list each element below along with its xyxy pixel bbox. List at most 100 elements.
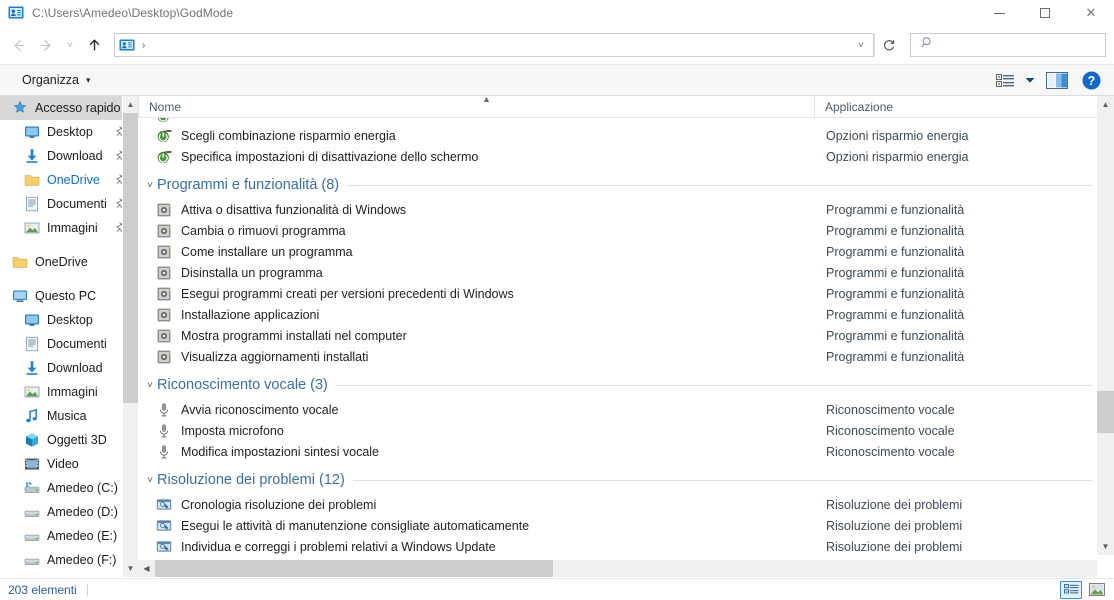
cell-application: Programmi e funzionalità	[826, 328, 965, 343]
sidebar-item-amedeo-c[interactable]: Amedeo (C:)	[0, 476, 138, 500]
list-horizontal-scrollbar[interactable]: ◀	[138, 560, 1097, 577]
list-scroll-down-arrow[interactable]: ▼	[1097, 538, 1114, 555]
list-scroll-up-arrow[interactable]: ▲	[1097, 96, 1114, 113]
back-button[interactable]	[4, 31, 32, 59]
address-dropdown-button[interactable]: ˅	[849, 34, 873, 56]
help-icon[interactable]: ?	[1076, 67, 1106, 93]
sidebar-item-desktop[interactable]: Desktop	[0, 120, 138, 144]
cell-name: Cambia o rimuovi programma	[138, 223, 814, 239]
list-vertical-scroll-thumb[interactable]	[1097, 391, 1114, 433]
table-row[interactable]: Modifica impostazioni sintesi vocale Rico…	[138, 441, 1114, 462]
column-header-name[interactable]: Nome ▲	[138, 96, 814, 118]
sidebar-item-desktop[interactable]: Desktop	[0, 308, 138, 332]
sidebar-item-onedrive[interactable]: OneDrive	[0, 250, 138, 274]
navpane-scroll-down-arrow[interactable]: ▼	[123, 560, 138, 577]
maximize-button[interactable]	[1022, 0, 1068, 26]
item-name-label: Attiva o disattiva funzionalità di Windo…	[181, 202, 407, 217]
table-row[interactable]: Esegui programmi creati per versioni pre…	[138, 283, 1114, 304]
table-row[interactable]: Attiva o disattiva funzionalità di Windo…	[138, 199, 1114, 220]
programs-features-icon	[156, 202, 172, 218]
table-row[interactable]: Disinstalla un programma Programmi e funz…	[138, 262, 1114, 283]
table-row[interactable]	[138, 118, 1114, 125]
preview-pane-icon[interactable]	[1040, 67, 1074, 93]
file-list-rows: Scegli combinazione risparmio energia Opz…	[138, 118, 1114, 577]
up-button[interactable]	[80, 31, 108, 59]
navpane-scroll-thumb[interactable]	[123, 113, 138, 403]
table-row[interactable]: Avvia riconoscimento vocale Riconosciment…	[138, 399, 1114, 420]
microphone-icon	[156, 444, 172, 460]
table-row[interactable]: Individua e correggi i problemi relativi…	[138, 536, 1114, 557]
group-header[interactable]: ˅ Risoluzione dei problemi (12)	[138, 466, 1114, 494]
table-row[interactable]: Specifica impostazioni di disattivazione…	[138, 146, 1114, 167]
group-header[interactable]: ˅ Riconoscimento vocale (3)	[138, 371, 1114, 399]
details-view-icon[interactable]	[1060, 580, 1082, 599]
forward-button[interactable]	[32, 31, 60, 59]
sidebar-item-immagini[interactable]: Immagini	[0, 216, 138, 240]
troubleshooting-icon	[156, 518, 172, 534]
close-button[interactable]: ✕	[1068, 0, 1114, 26]
table-row[interactable]: Esegui le attività di manutenzione consi…	[138, 515, 1114, 536]
sidebar-item-label: Amedeo (C:)	[47, 481, 118, 495]
chevron-down-icon[interactable]: ˅	[143, 180, 157, 191]
group-header-divider	[335, 384, 1092, 386]
table-row[interactable]: Cronologia risoluzione dei problemi Risol…	[138, 494, 1114, 515]
sidebar-item-onedrive[interactable]: OneDrive	[0, 168, 138, 192]
list-horizontal-scroll-thumb[interactable]	[155, 560, 553, 577]
view-options-chevron-down-icon[interactable]	[1022, 67, 1038, 93]
sidebar-item-oggetti-3d[interactable]: Oggetti 3D	[0, 428, 138, 452]
cell-application: Risoluzione dei problemi	[826, 539, 963, 554]
navpane-scroll-up-arrow[interactable]: ▲	[123, 96, 138, 113]
sidebar-item-immagini[interactable]: Immagini	[0, 380, 138, 404]
search-input[interactable]	[940, 38, 1090, 52]
sidebar-item-amedeo-e[interactable]: Amedeo (E:)	[0, 524, 138, 548]
table-row[interactable]: Cambia o rimuovi programma Programmi e fu…	[138, 220, 1114, 241]
group-header[interactable]: ˅ Programmi e funzionalità (8)	[138, 171, 1114, 199]
breadcrumb-chevron-icon[interactable]: ›	[142, 40, 145, 51]
sidebar-item-amedeo-f[interactable]: Amedeo (F:)	[0, 548, 138, 572]
recent-locations-button[interactable]: ˅	[60, 31, 80, 59]
organize-button[interactable]: Organizza ▾	[16, 70, 97, 90]
desktop-icon	[24, 312, 40, 328]
list-scroll-left-arrow[interactable]: ◀	[138, 564, 155, 573]
chevron-down-icon[interactable]: ˅	[143, 475, 157, 486]
large-icons-view-icon[interactable]	[1086, 581, 1108, 599]
control-panel-icon	[8, 5, 24, 21]
cell-application: Programmi e funzionalità	[826, 286, 965, 301]
view-options-icon[interactable]	[990, 67, 1020, 93]
sidebar-item-questo-pc[interactable]: Questo PC	[0, 284, 138, 308]
column-header-row: Nome ▲ Applicazione	[138, 96, 1114, 118]
sidebar-item-video[interactable]: Video	[0, 452, 138, 476]
organize-label: Organizza	[22, 73, 79, 87]
address-control-panel-icon	[119, 37, 135, 53]
search-box[interactable]	[910, 33, 1106, 57]
list-vertical-scrollbar[interactable]: ▲ ▼	[1097, 96, 1114, 555]
sidebar-item-download[interactable]: Download	[0, 144, 138, 168]
sidebar-item-musica[interactable]: Musica	[0, 404, 138, 428]
search-icon	[921, 36, 934, 54]
sidebar-item-amedeo-d[interactable]: Amedeo (D:)	[0, 500, 138, 524]
sidebar-item-documenti[interactable]: Documenti	[0, 192, 138, 216]
cell-application: Programmi e funzionalità	[826, 223, 965, 238]
table-row[interactable]: Visualizza aggiornamenti installati Progr…	[138, 346, 1114, 367]
chevron-down-icon[interactable]: ˅	[143, 380, 157, 391]
sidebar-item-accesso-rapido[interactable]: Accesso rapido	[0, 96, 138, 120]
window-controls: ✕	[976, 0, 1114, 26]
sidebar-item-label: Documenti	[47, 337, 107, 351]
column-header-application[interactable]: Applicazione	[814, 96, 1114, 118]
table-row[interactable]: Imposta microfono Riconoscimento vocale	[138, 420, 1114, 441]
file-list-pane: Nome ▲ Applicazione Scegli combinazione …	[138, 96, 1114, 577]
sidebar-item-documenti[interactable]: Documenti	[0, 332, 138, 356]
refresh-button[interactable]	[874, 34, 902, 56]
minimize-button[interactable]	[976, 0, 1022, 26]
item-name-label: Modifica impostazioni sintesi vocale	[181, 444, 380, 459]
address-bar[interactable]: › ˅	[114, 33, 874, 57]
drive-icon	[24, 504, 40, 520]
table-row[interactable]: Scegli combinazione risparmio energia Opz…	[138, 125, 1114, 146]
navigation-pane-scrollbar[interactable]: ▲ ▼	[122, 96, 138, 577]
table-row[interactable]: Mostra programmi installati nel computer…	[138, 325, 1114, 346]
cell-application: Programmi e funzionalità	[826, 307, 965, 322]
table-row[interactable]: Come installare un programma Programmi e …	[138, 241, 1114, 262]
sidebar-item-download[interactable]: Download	[0, 356, 138, 380]
item-name-label: Cambia o rimuovi programma	[181, 223, 346, 238]
table-row[interactable]: Installazione applicazioni Programmi e fu…	[138, 304, 1114, 325]
